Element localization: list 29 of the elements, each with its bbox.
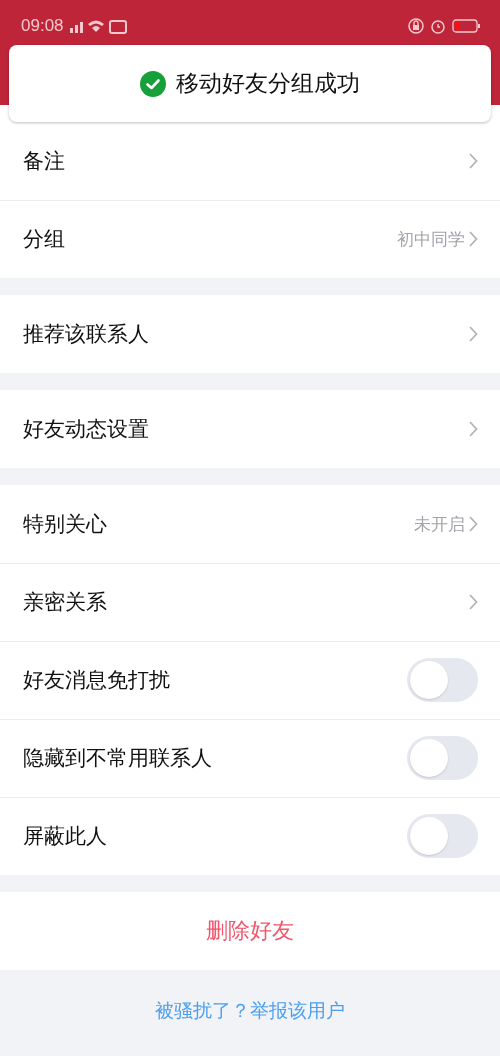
chevron-icon[interactable]	[469, 594, 478, 610]
chevron-icon[interactable]	[469, 231, 478, 247]
alarm-icon	[430, 18, 446, 34]
toggle-switch[interactable]	[407, 736, 478, 780]
battery-icon	[452, 19, 480, 33]
toggle-switch[interactable]	[407, 814, 478, 858]
row-label: 屏蔽此人	[23, 823, 108, 850]
chevron-icon[interactable]	[469, 326, 478, 342]
signal-icon	[69, 18, 130, 34]
report-link[interactable]: 被骚扰了？举报该用户	[155, 998, 345, 1024]
row-label: 隐藏到不常用联系人	[23, 745, 213, 772]
row-value: 未开启	[414, 512, 465, 536]
chevron-icon[interactable]	[469, 421, 478, 437]
row-label: 好友动态设置	[23, 416, 150, 443]
row-label: 特别关心	[23, 511, 108, 538]
status-time: 09:08	[21, 16, 64, 36]
row-label: 好友消息免打扰	[23, 667, 171, 694]
toast-message: 移动好友分组成功	[176, 69, 360, 98]
row-label: 亲密关系	[23, 589, 108, 616]
row-label: 推荐该联系人	[23, 321, 150, 348]
row-label: 备注	[23, 148, 66, 175]
chevron-icon[interactable]	[469, 516, 478, 532]
toggle-switch[interactable]	[407, 658, 478, 702]
chevron-icon[interactable]	[469, 153, 478, 169]
row-label: 分组	[23, 226, 66, 253]
delete-friend-button[interactable]: 删除好友	[0, 892, 500, 970]
lock-icon	[408, 18, 424, 34]
check-icon	[140, 70, 166, 97]
row-value: 初中同学	[397, 227, 465, 251]
